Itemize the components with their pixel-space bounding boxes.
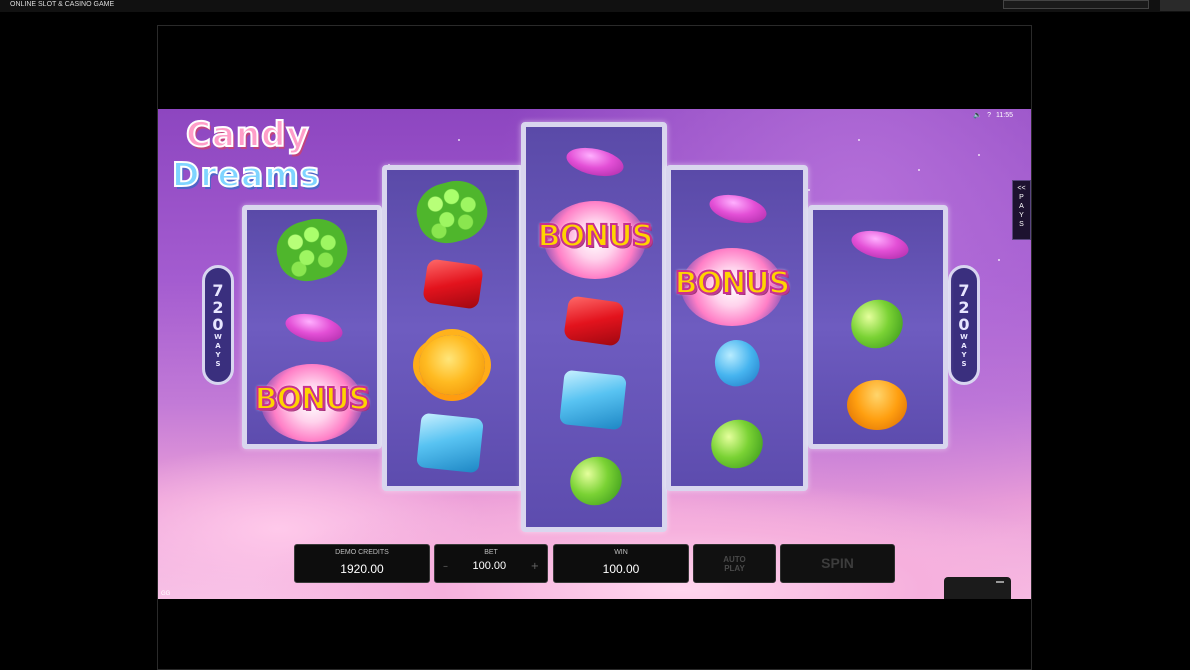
status-bar: 🔈 ? 11:55 [973, 109, 1013, 121]
green-berry-candy [410, 173, 494, 251]
green-oval-candy [563, 449, 629, 513]
pays-letter: A [1019, 203, 1024, 210]
reel-3: BONUS [521, 122, 667, 532]
spin-label: SPIN [821, 555, 854, 571]
bonus-symbol: BONUS [526, 195, 664, 285]
ways-digit: 2 [958, 297, 970, 317]
win-display: WIN 100.00 [553, 544, 689, 583]
browser-top-bar: ONLINE SLOT & CASINO GAME [0, 0, 1190, 12]
green-oval-candy [704, 412, 770, 476]
top-search-box[interactable] [1003, 0, 1149, 9]
logo-candy: Candy [185, 114, 310, 156]
speaker-icon[interactable]: 🔈 [973, 111, 982, 119]
ways-letter: S [215, 359, 221, 368]
candy-dreams-logo: Candy Dreams [168, 114, 338, 203]
blue-cube-candy [559, 369, 627, 431]
site-title: ONLINE SLOT & CASINO GAME [10, 1, 115, 8]
bet-increase-button[interactable]: + [531, 561, 539, 572]
ways-letter: A [961, 341, 967, 350]
red-gum-candy [563, 295, 625, 347]
reel-5 [808, 205, 948, 449]
ways-digit: 0 [212, 314, 224, 334]
top-menu-button[interactable] [1160, 0, 1190, 11]
blue-drop-candy [709, 335, 765, 391]
reel-1: BONUS [242, 205, 382, 449]
bet-value: 100.00 [472, 560, 507, 572]
green-oval-candy [844, 292, 910, 356]
game-canvas: Candy Dreams 🔈 ? 11:55 << P A Y S 7 2 0 … [158, 109, 1031, 599]
pink-jelly-candy [282, 309, 346, 347]
ways-letter: W [960, 332, 968, 341]
ways-letter: W [214, 332, 222, 341]
reel-2 [382, 165, 524, 491]
logo-dreams: Dreams [171, 154, 321, 195]
ways-badge-right: 7 2 0 W A Y S [948, 265, 980, 385]
autoplay-label: AUTO PLAY [723, 554, 746, 573]
ways-digit: 0 [958, 314, 970, 334]
credits-display: DEMO CREDITS 1920.00 [294, 544, 430, 583]
autoplay-button[interactable]: AUTO PLAY [693, 544, 776, 583]
win-label: WIN [614, 549, 628, 556]
pays-letter: Y [1019, 212, 1024, 219]
ways-digit: 7 [958, 280, 970, 300]
ways-letter: A [215, 341, 221, 350]
footer-tag: GG [161, 591, 171, 597]
bet-control: BET – 100.00 + [434, 544, 548, 583]
ways-letter: Y [215, 350, 221, 359]
bonus-text: BONUS [674, 265, 791, 302]
reel-4: BONUS [666, 165, 808, 491]
bet-decrease-button[interactable]: – [443, 561, 448, 572]
bonus-symbol: BONUS [663, 242, 801, 332]
bonus-text: BONUS [537, 218, 654, 255]
orange-disc-candy [847, 380, 907, 430]
ways-digit: 2 [212, 297, 224, 317]
blue-cube-candy [416, 412, 484, 474]
bet-label: BET [484, 549, 498, 556]
pink-jelly-candy [848, 226, 912, 264]
credits-value: 1920.00 [340, 562, 384, 576]
spin-button[interactable]: SPIN [780, 544, 895, 583]
win-value: 100.00 [602, 562, 640, 576]
pays-letter: S [1019, 221, 1024, 228]
pink-jelly-candy [706, 190, 770, 228]
pays-arrow: << [1017, 185, 1026, 192]
credits-label: DEMO CREDITS [335, 549, 389, 556]
menu-caret-icon [996, 581, 1004, 589]
ways-letter: Y [961, 350, 967, 359]
bonus-text: BONUS [254, 381, 371, 418]
bottom-menu-tab[interactable] [944, 577, 1011, 599]
pays-letter: P [1019, 194, 1024, 201]
orange-flower-candy [419, 335, 485, 395]
pays-tab[interactable]: << P A Y S [1012, 180, 1031, 240]
help-icon[interactable]: ? [987, 112, 991, 119]
clock: 11:55 [996, 111, 1013, 119]
ways-letter: S [961, 359, 967, 368]
ways-badge-left: 7 2 0 W A Y S [202, 265, 234, 385]
pink-jelly-candy [563, 143, 627, 181]
ways-digit: 7 [212, 280, 224, 300]
green-berry-candy [270, 211, 354, 289]
red-gum-candy [422, 258, 484, 310]
bonus-symbol: BONUS [243, 358, 381, 448]
